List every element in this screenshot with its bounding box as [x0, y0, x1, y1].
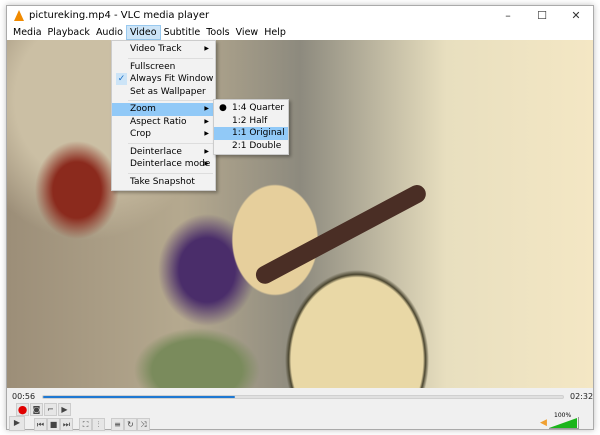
total-time: 02:32 — [570, 392, 594, 401]
menu-item-label: 1:4 Quarter — [232, 103, 285, 113]
video-menu: Video Track ▶ Fullscreen ✓ Always Fit Window… — [111, 40, 216, 191]
maximize-button[interactable]: ☐ — [525, 9, 559, 22]
shuffle-button[interactable]: ⤨ — [137, 418, 150, 431]
menu-item-label: Fullscreen — [130, 61, 176, 72]
menu-view[interactable]: View — [233, 25, 262, 40]
submenu-arrow-icon: ▶ — [204, 130, 209, 137]
submenu-arrow-icon: ▶ — [204, 117, 209, 125]
menu-item-label: Aspect Ratio — [130, 116, 187, 127]
menu-item-2-1-double[interactable]: 2:1 Double — [214, 140, 288, 153]
stop-button[interactable]: ■ — [47, 418, 60, 431]
video-frame-brush — [252, 181, 429, 287]
menu-separator — [128, 57, 213, 59]
checkmark-icon: ✓ — [116, 73, 127, 85]
submenu-arrow-icon: ▶ — [204, 45, 209, 52]
menu-subtitle[interactable]: Subtitle — [161, 25, 204, 40]
menu-item-1-4-quarter[interactable]: ● 1:4 Quarter — [214, 102, 288, 115]
vlc-cone-icon — [14, 10, 24, 21]
close-button[interactable]: ✕ — [559, 9, 593, 22]
menu-item-1-2-half[interactable]: 1:2 Half — [214, 115, 288, 128]
menu-bar: Media Playback Audio Video Subtitle Tools View… — [7, 25, 593, 40]
window-title: pictureking.mp4 - VLC media player — [29, 10, 210, 21]
previous-button[interactable]: ⏮ — [34, 418, 47, 431]
menu-playback[interactable]: Playback — [45, 25, 93, 40]
zoom-submenu: ● 1:4 Quarter 1:2 Half 1:1 Original 2:1 Doub… — [213, 99, 289, 155]
menu-item-label: 1:1 Original — [232, 128, 285, 138]
fullscreen-button[interactable]: ⛶ — [79, 418, 92, 431]
menu-item-label: Crop — [130, 129, 152, 139]
menu-item-label: 2:1 Double — [232, 140, 282, 151]
menu-item-fullscreen[interactable]: Fullscreen — [112, 61, 215, 74]
frame-step-button[interactable]: ▶ — [58, 403, 71, 416]
elapsed-time: 00:56 — [12, 392, 36, 401]
menu-item-deinterlace[interactable]: Deinterlace ▶ — [112, 146, 215, 159]
menu-item-video-track[interactable]: Video Track ▶ — [112, 43, 215, 56]
playlist-button[interactable]: ≡ — [111, 418, 124, 431]
menu-item-always-fit-window[interactable]: ✓ Always Fit Window — [112, 73, 215, 86]
menu-help[interactable]: Help — [261, 25, 289, 40]
menu-audio[interactable]: Audio — [93, 25, 126, 40]
menu-video[interactable]: Video — [125, 25, 161, 40]
menu-item-deinterlace-mode[interactable]: Deinterlace mode ▶ — [112, 158, 215, 171]
record-button[interactable]: ● — [16, 403, 29, 416]
title-bar: pictureking.mp4 - VLC media player – ☐ ✕ — [7, 6, 593, 25]
menu-item-aspect-ratio[interactable]: Aspect Ratio ▶ — [112, 116, 215, 129]
minimize-button[interactable]: – — [491, 9, 525, 22]
menu-item-label: Video Track — [130, 44, 182, 54]
menu-item-label: Deinterlace — [130, 146, 182, 157]
menu-item-zoom[interactable]: Zoom ▶ — [112, 103, 215, 116]
menu-item-1-1-original[interactable]: 1:1 Original — [214, 127, 288, 140]
menu-separator — [128, 142, 213, 144]
menu-item-label: Take Snapshot — [130, 176, 195, 187]
menu-item-label: Zoom — [130, 104, 156, 114]
next-button[interactable]: ⏭ — [60, 418, 73, 431]
radio-dot-icon: ● — [219, 103, 227, 113]
menu-item-label: Always Fit Window — [130, 74, 214, 84]
seek-bar[interactable] — [42, 395, 564, 399]
menu-media[interactable]: Media — [10, 25, 45, 40]
menu-item-label: Set as Wallpaper — [130, 86, 206, 97]
play-button[interactable]: ▶ — [9, 416, 25, 431]
seek-progress — [43, 396, 236, 398]
menu-item-label: 1:2 Half — [232, 115, 268, 126]
volume-level — [549, 418, 577, 428]
submenu-arrow-icon: ▶ — [204, 147, 209, 155]
video-area[interactable] — [7, 40, 593, 388]
extended-settings-button[interactable]: ⫶ — [92, 418, 105, 431]
volume-slider[interactable] — [549, 417, 579, 429]
loop-ab-button[interactable]: ⌐ — [44, 403, 57, 416]
control-panel: 00:56 02:32 ● ◙ ⌐ ▶ ▶ ⏮ ■ ⏭ ⛶ ⫶ ≡ ↻ ⤨ ◀ … — [7, 388, 593, 431]
menu-item-crop[interactable]: Crop ▶ — [112, 128, 215, 141]
snapshot-button[interactable]: ◙ — [30, 403, 43, 416]
submenu-arrow-icon: ▶ — [204, 105, 209, 112]
vlc-window: pictureking.mp4 - VLC media player – ☐ ✕… — [6, 5, 594, 431]
menu-item-take-snapshot[interactable]: Take Snapshot — [112, 176, 215, 189]
menu-separator — [128, 172, 213, 174]
menu-item-label: Deinterlace mode — [130, 159, 211, 169]
menu-tools[interactable]: Tools — [203, 25, 232, 40]
loop-button[interactable]: ↻ — [124, 418, 137, 431]
submenu-arrow-icon: ▶ — [204, 160, 209, 167]
menu-separator — [128, 100, 213, 101]
menu-item-set-as-wallpaper[interactable]: Set as Wallpaper — [112, 86, 215, 99]
speaker-icon[interactable]: ◀ — [540, 418, 547, 428]
